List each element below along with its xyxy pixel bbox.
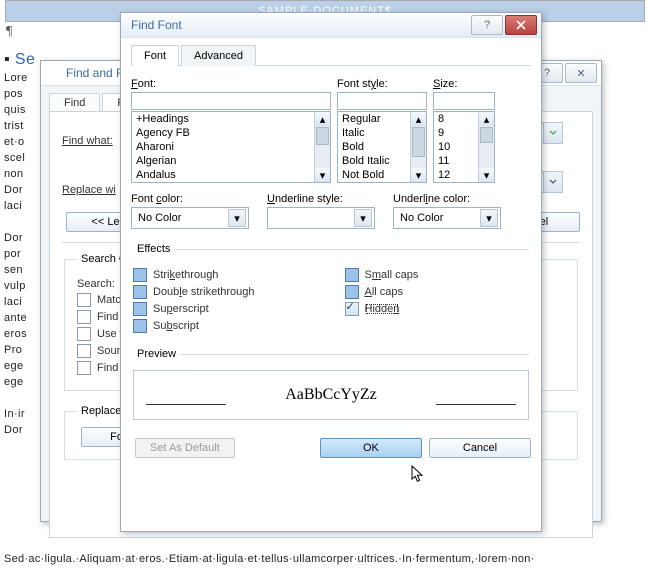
font-input[interactable]	[131, 92, 331, 110]
find-font-titlebar[interactable]: Find Font ?	[121, 13, 541, 38]
scroll-up-icon[interactable]: ▴	[479, 112, 494, 126]
small-caps-checkbox[interactable]: Small caps	[345, 268, 419, 282]
dropdown-arrow-icon[interactable]	[543, 123, 562, 143]
preview-box: AaBbCcYyZz	[133, 370, 529, 420]
underline-color-select[interactable]: No Color▾	[393, 207, 501, 229]
preview-legend: Preview	[133, 348, 180, 360]
preview-group: Preview AaBbCcYyZz	[133, 348, 529, 420]
tab-find[interactable]: Find	[49, 93, 100, 112]
font-style-listbox[interactable]: Regular Italic Bold Bold Italic Not Bold…	[337, 111, 427, 183]
set-as-default-button: Set As Default	[135, 438, 235, 458]
font-style-input[interactable]	[337, 92, 427, 110]
list-item[interactable]: +Headings	[132, 112, 330, 126]
close-button[interactable]: ✕	[565, 63, 597, 83]
cancel-button[interactable]: Cancel	[429, 438, 531, 458]
scroll-thumb[interactable]	[480, 127, 493, 143]
chevron-down-icon: ▾	[354, 209, 372, 227]
effects-legend: Effects	[133, 243, 174, 255]
scroll-thumb[interactable]	[412, 127, 425, 157]
font-listbox[interactable]: +Headings Agency FB Aharoni Algerian And…	[131, 111, 331, 183]
subscript-checkbox[interactable]: Subscript	[133, 319, 255, 333]
double-strikethrough-checkbox[interactable]: Double strikethrough	[133, 285, 255, 299]
font-color-select[interactable]: No Color▾	[131, 207, 249, 229]
replace-legend: Replace	[77, 405, 125, 417]
effects-group: Effects Strikethrough Double strikethrou…	[133, 243, 529, 336]
strikethrough-checkbox[interactable]: Strikethrough	[133, 268, 255, 282]
preview-sample-text: AaBbCcYyZz	[285, 386, 377, 404]
underline-style-select[interactable]: ▾	[267, 207, 375, 229]
bottom-body-text: Sed·ac·ligula.·Aliquam·at·eros.·Etiam·at…	[4, 553, 646, 565]
scrollbar[interactable]: ▴ ▾	[478, 112, 494, 182]
chevron-down-icon: ▾	[228, 209, 246, 227]
scroll-down-icon[interactable]: ▾	[315, 168, 330, 182]
font-label: FFont:ont:	[131, 78, 331, 90]
list-item[interactable]: Aharoni	[132, 140, 330, 154]
list-item[interactable]: Agency FB	[132, 126, 330, 140]
underline-color-label: Underline color:	[393, 193, 501, 205]
scroll-up-icon[interactable]: ▴	[315, 112, 330, 126]
underline-style-label: Underline style:	[267, 193, 375, 205]
scroll-thumb[interactable]	[316, 127, 329, 145]
dropdown-arrow-icon[interactable]	[543, 172, 562, 192]
chevron-down-icon: ▾	[480, 209, 498, 227]
superscript-checkbox[interactable]: Superscript	[133, 302, 255, 316]
font-color-label: Font color:	[131, 193, 249, 205]
size-listbox[interactable]: 8 9 10 11 12 ▴ ▾	[433, 111, 495, 183]
hidden-checkbox[interactable]: Hidden	[345, 302, 419, 316]
close-button[interactable]	[505, 15, 537, 35]
scroll-down-icon[interactable]: ▾	[411, 168, 426, 182]
find-font-title: Find Font	[125, 18, 469, 32]
tab-advanced[interactable]: Advanced	[181, 45, 256, 66]
scrollbar[interactable]: ▴ ▾	[410, 112, 426, 182]
size-input[interactable]	[433, 92, 495, 110]
all-caps-checkbox[interactable]: All caps	[345, 285, 419, 299]
find-font-dialog: Find Font ? Font Advanced FFont:ont: +He…	[120, 12, 542, 532]
tab-font[interactable]: Font	[131, 45, 179, 66]
list-item[interactable]: Andalus	[132, 168, 330, 182]
ok-button[interactable]: OK	[320, 438, 422, 458]
heading-text: Se	[15, 52, 35, 68]
font-style-label: Font style:	[337, 78, 427, 90]
list-item[interactable]: Algerian	[132, 154, 330, 168]
mouse-cursor-icon	[411, 465, 425, 485]
scroll-up-icon[interactable]: ▴	[411, 112, 426, 126]
scroll-down-icon[interactable]: ▾	[479, 168, 494, 182]
help-button[interactable]: ?	[471, 15, 503, 35]
scrollbar[interactable]: ▴ ▾	[314, 112, 330, 182]
size-label: Size:	[433, 78, 495, 90]
word-dialog-icon	[45, 65, 61, 81]
